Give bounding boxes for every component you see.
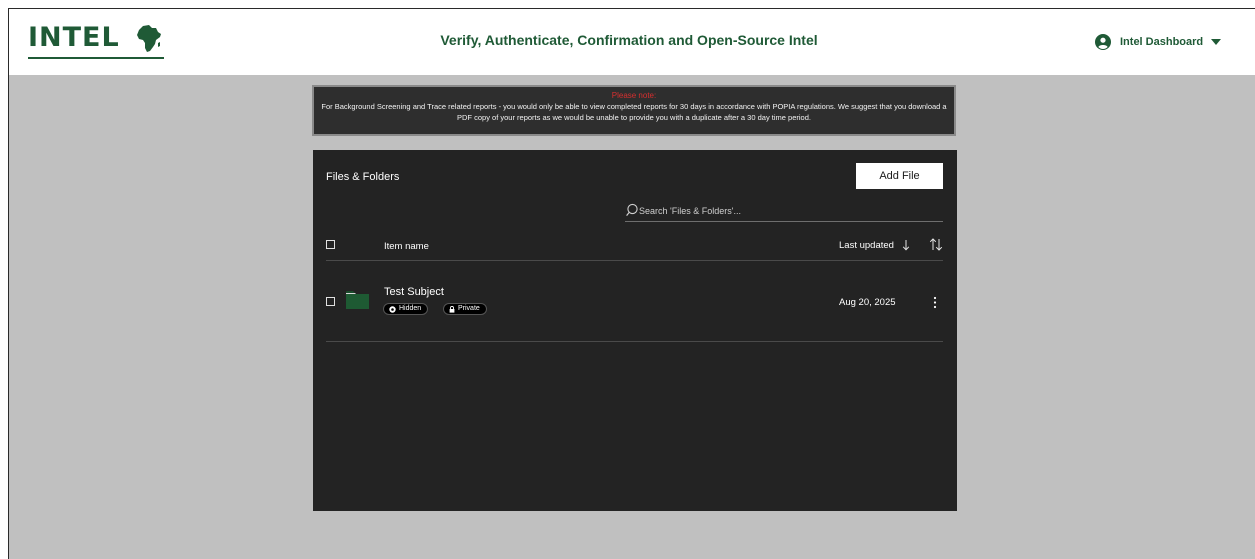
notice-title: Please note: [611, 91, 657, 100]
select-all-checkbox[interactable] [326, 240, 335, 249]
lock-icon [449, 305, 455, 313]
badge-label: Hidden [399, 305, 422, 312]
caret-down-icon [1211, 39, 1222, 45]
panel-title: Files & Folders [326, 171, 400, 183]
row-checkbox[interactable] [326, 297, 335, 306]
item-date: Aug 20, 2025 [839, 297, 896, 308]
folder-icon [346, 291, 369, 309]
column-last-updated[interactable]: Last updated [839, 240, 894, 252]
kebab-icon[interactable] [932, 296, 938, 309]
table-row[interactable]: Test Subject Hidden Private Aug 20, 2025 [326, 261, 943, 342]
popia-notice: Please note: For Background Screening an… [312, 85, 956, 136]
user-circle-icon [1095, 34, 1111, 50]
files-folders-panel: Files & Folders Add File Item name Last … [313, 150, 957, 511]
private-badge: Private [443, 303, 487, 315]
badge-label: Private [458, 305, 480, 312]
user-menu-dropdown[interactable]: Intel Dashboard [1095, 33, 1222, 51]
item-title[interactable]: Test Subject [384, 285, 444, 299]
search-bar [625, 202, 943, 222]
logo-text: INTEL [28, 22, 120, 53]
app-frame: INTEL Verify, Authenticate, Confirmation… [8, 8, 1255, 559]
top-header: INTEL Verify, Authenticate, Confirmation… [9, 9, 1255, 75]
column-item-name: Item name [384, 241, 429, 252]
eye-icon [389, 305, 396, 313]
table-header-row: Item name Last updated [326, 236, 943, 261]
header-tagline: Verify, Authenticate, Confirmation and O… [440, 32, 818, 48]
user-menu-label: Intel Dashboard [1120, 36, 1204, 48]
add-file-button[interactable]: Add File [856, 163, 943, 189]
arrow-down-icon[interactable] [902, 239, 910, 251]
notice-body: For Background Screening and Trace relat… [321, 102, 947, 122]
logo-underline [28, 57, 164, 59]
search-input[interactable] [639, 202, 939, 219]
hidden-badge: Hidden [383, 303, 429, 315]
intel-logo[interactable]: INTEL [28, 21, 164, 61]
africa-icon [137, 25, 161, 52]
sort-toggle-icon[interactable] [929, 238, 943, 251]
search-icon [626, 203, 638, 216]
